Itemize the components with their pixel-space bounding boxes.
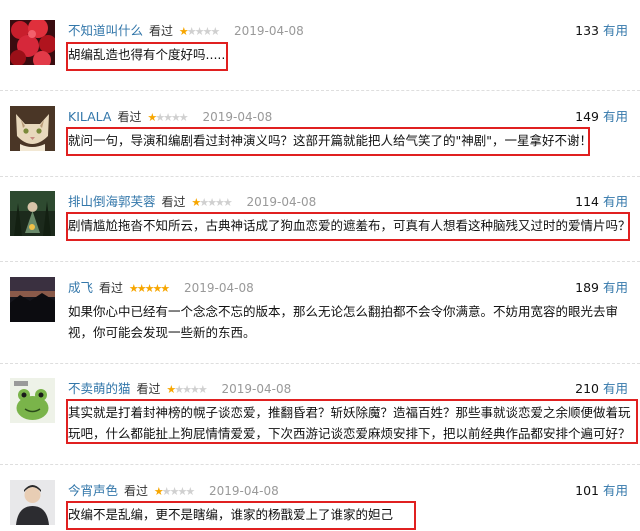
user-avatar[interactable] — [10, 480, 55, 525]
comment-line: 视，你可能会发现一些新的东西。 — [68, 325, 256, 340]
star-rating: ★★★★★ — [153, 485, 195, 498]
username-link[interactable]: 成飞 — [68, 280, 93, 295]
useful-count: 101 — [575, 483, 599, 498]
user-avatar[interactable] — [10, 378, 55, 423]
star-rating: ★★★★★ — [178, 25, 220, 38]
useful-vote: 101 有用 — [575, 482, 628, 500]
watched-status: 看过 — [117, 110, 142, 124]
review-date: 2019-04-08 — [202, 110, 273, 124]
frog-cartoon-avatar-icon — [10, 378, 55, 423]
useful-button[interactable]: 有用 — [603, 23, 628, 38]
useful-button[interactable]: 有用 — [603, 194, 628, 209]
review-date: 2019-04-08 — [246, 195, 317, 209]
divider — [0, 90, 640, 91]
review-date: 2019-04-08 — [234, 24, 304, 38]
watched-status: 看过 — [99, 281, 124, 295]
username-link[interactable]: 不知道叫什么 — [68, 23, 143, 38]
useful-vote: 210 有用 — [575, 380, 628, 398]
useful-count: 210 — [575, 381, 599, 396]
review-date: 2019-04-08 — [221, 382, 292, 396]
useful-count: 114 — [575, 194, 599, 209]
useful-vote: 114 有用 — [575, 193, 628, 211]
forest-figure-avatar-icon — [10, 191, 55, 236]
review-header: KILALA 看过 ★★★★★ 2019-04-08 — [68, 108, 272, 126]
useful-vote: 133 有用 — [575, 22, 628, 40]
comment-text: 如果你心中已经有一个念念不忘的版本，那么无论怎么翻拍都不会令你满意。不妨用宽容的… — [68, 302, 618, 342]
review-header: 今宵声色 看过 ★★★★★ 2019-04-08 — [68, 482, 279, 500]
useful-button[interactable]: 有用 — [603, 280, 628, 295]
highlight-box — [66, 127, 590, 156]
review-header: 不卖萌的猫 看过 ★★★★★ 2019-04-08 — [68, 380, 291, 398]
username-link[interactable]: 不卖萌的猫 — [68, 381, 131, 396]
dark-sunset-avatar-icon — [10, 277, 55, 322]
useful-count: 133 — [575, 23, 599, 38]
useful-button[interactable]: 有用 — [603, 109, 628, 124]
review-date: 2019-04-08 — [209, 484, 279, 498]
highlight-box — [66, 212, 630, 241]
review-header: 成飞 看过 ★★★★★ 2019-04-08 — [68, 279, 254, 297]
divider — [0, 363, 640, 364]
review-date: 2019-04-08 — [184, 281, 254, 295]
useful-vote: 189 有用 — [575, 279, 628, 297]
cat-avatar-icon — [10, 106, 55, 151]
divider — [0, 261, 640, 262]
highlight-box — [66, 501, 416, 530]
watched-status: 看过 — [161, 195, 186, 209]
divider — [0, 464, 640, 465]
user-avatar[interactable] — [10, 20, 55, 65]
username-link[interactable]: KILALA — [68, 109, 112, 124]
user-avatar[interactable] — [10, 191, 55, 236]
review-header: 不知道叫什么 看过 ★★★★★ 2019-04-08 — [68, 22, 304, 40]
star-rating: ★★★★★ — [191, 196, 232, 209]
star-rating: ★★★★★ — [128, 282, 170, 295]
username-link[interactable]: 今宵声色 — [68, 483, 118, 498]
red-flowers-avatar-icon — [10, 20, 55, 65]
highlight-box — [66, 42, 228, 71]
watched-status: 看过 — [149, 24, 174, 38]
useful-count: 189 — [575, 280, 599, 295]
review-header: 排山倒海郭芙蓉 看过 ★★★★★ 2019-04-08 — [68, 193, 316, 211]
username-link[interactable]: 排山倒海郭芙蓉 — [68, 194, 156, 209]
comment-line: 如果你心中已经有一个念念不忘的版本，那么无论怎么翻拍都不会令你满意。不妨用宽容的… — [68, 304, 619, 319]
divider — [0, 176, 640, 177]
useful-vote: 149 有用 — [575, 108, 628, 126]
user-avatar[interactable] — [10, 277, 55, 322]
useful-button[interactable]: 有用 — [603, 381, 628, 396]
watched-status: 看过 — [124, 484, 149, 498]
user-avatar[interactable] — [10, 106, 55, 151]
useful-count: 149 — [575, 109, 599, 124]
highlight-box — [66, 399, 638, 444]
useful-button[interactable]: 有用 — [603, 483, 628, 498]
star-rating: ★★★★★ — [147, 111, 188, 124]
star-rating: ★★★★★ — [166, 383, 207, 396]
watched-status: 看过 — [136, 382, 161, 396]
person-portrait-avatar-icon — [10, 480, 55, 525]
